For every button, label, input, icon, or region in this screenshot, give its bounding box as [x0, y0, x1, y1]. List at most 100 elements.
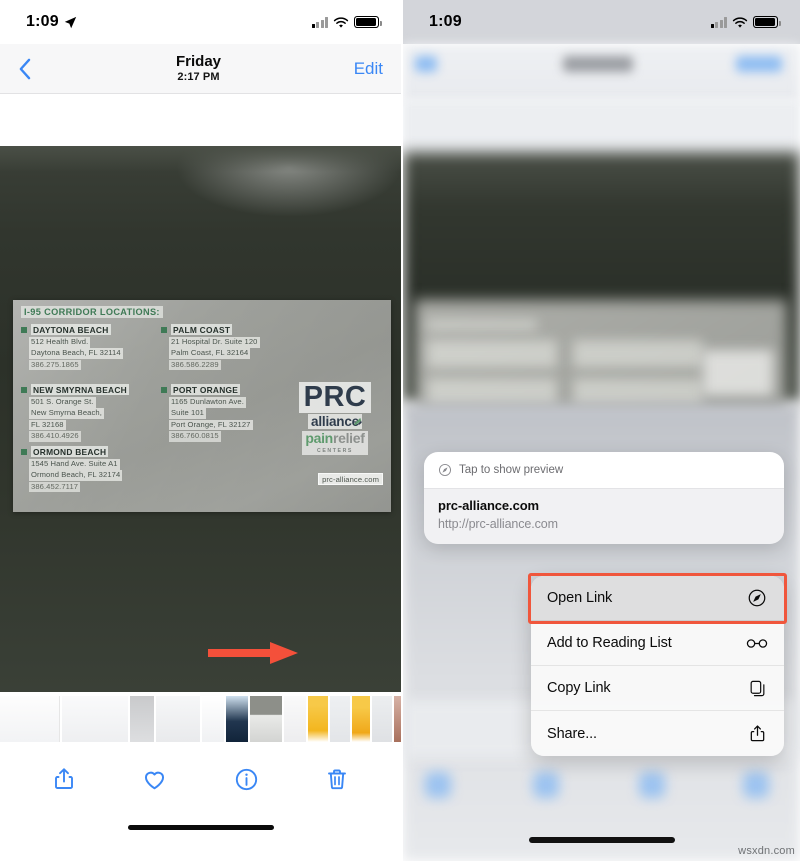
- phone-line[interactable]: 386.410.4926: [29, 430, 81, 442]
- wifi-icon: [732, 16, 748, 28]
- photo-viewer[interactable]: I-95 CORRIDOR LOCATIONS: DAYTONA BEACH 5…: [0, 146, 401, 692]
- address-line[interactable]: Port Orange, FL 32127: [169, 419, 253, 431]
- status-indicators: [710, 16, 781, 28]
- menu-item-label: Add to Reading List: [547, 635, 672, 651]
- thumbnail-item[interactable]: [0, 696, 60, 742]
- link-preview-card[interactable]: Tap to show preview prc-alliance.com htt…: [424, 452, 784, 544]
- location-name[interactable]: ORMOND BEACH: [31, 446, 109, 457]
- location-address: 21 Hospital Dr. Suite 120 Palm Coast, FL…: [161, 337, 260, 371]
- address-line[interactable]: Daytona Beach, FL 32114: [29, 348, 123, 360]
- address-line[interactable]: 1165 Dunlawton Ave.: [169, 397, 246, 408]
- location-block-new-smyrna-beach: NEW SMYRNA BEACH 501 S. Orange St. New S…: [21, 384, 129, 442]
- status-time: 1:09: [26, 13, 59, 30]
- thumbnail-item[interactable]: [394, 696, 401, 742]
- address-line[interactable]: 21 Hospital Dr. Suite 120: [169, 337, 260, 348]
- page-title: Friday: [175, 52, 221, 70]
- phone-line[interactable]: 386.586.2289: [169, 359, 221, 371]
- context-menu[interactable]: Open Link Add to Reading List Copy Link …: [531, 576, 784, 756]
- preview-hint-row[interactable]: Tap to show preview: [424, 452, 784, 488]
- share-icon: [54, 768, 73, 789]
- address-line[interactable]: Suite 101: [169, 408, 206, 420]
- menu-item-add-to-reading-list[interactable]: Add to Reading List: [531, 621, 784, 666]
- thumbnail-item[interactable]: [330, 696, 350, 742]
- blurred-card-text: [573, 378, 703, 406]
- preview-url: http://prc-alliance.com: [438, 517, 558, 531]
- thumbnail-item[interactable]: [308, 696, 328, 742]
- address-line[interactable]: New Smyrna Beach,: [29, 408, 104, 420]
- location-name[interactable]: PALM COAST: [171, 324, 233, 335]
- heart-icon: [145, 771, 165, 789]
- thumbnail-item[interactable]: [156, 696, 200, 742]
- thumbnail-item[interactable]: [62, 696, 128, 742]
- back-button[interactable]: [18, 58, 58, 80]
- address-line[interactable]: Palm Coast, FL 32164: [169, 348, 251, 360]
- location-heading: PALM COAST: [161, 324, 260, 335]
- blurred-card-logo: [703, 350, 773, 396]
- home-indicator[interactable]: [127, 825, 274, 830]
- glasses-icon: [746, 632, 768, 654]
- address-line[interactable]: 501 S. Orange St.: [29, 397, 96, 408]
- location-block-port-orange: PORT ORANGE 1165 Dunlawton Ave. Suite 10…: [161, 384, 253, 442]
- page-subtitle: 2:17 PM: [177, 70, 220, 83]
- info-button[interactable]: [231, 764, 261, 794]
- home-indicator[interactable]: [528, 837, 675, 843]
- blurred-nav-bar: [403, 44, 800, 102]
- blurred-card-text: [427, 378, 557, 406]
- address-line[interactable]: FL 32168: [29, 419, 66, 431]
- prc-logo: PRC alliance painrelief CENTERS: [286, 381, 384, 457]
- thumbnail-item[interactable]: [226, 696, 248, 742]
- edit-button[interactable]: Edit: [339, 59, 383, 79]
- thumbnail-item[interactable]: [372, 696, 392, 742]
- blurred-share-button: [425, 772, 451, 798]
- blurred-nav-title: [563, 56, 633, 72]
- phone-line[interactable]: 386.452.7117: [29, 481, 81, 493]
- thumbnail-strip[interactable]: [0, 692, 401, 748]
- phone-line[interactable]: 386.760.0815: [169, 430, 221, 442]
- bullet-square-icon: [21, 326, 27, 333]
- location-address: 512 Health Blvd. Daytona Beach, FL 32114…: [21, 337, 123, 371]
- menu-item-copy-link[interactable]: Copy Link: [531, 666, 784, 711]
- card-url-text[interactable]: prc-alliance.com: [318, 473, 383, 485]
- favorite-button[interactable]: [140, 764, 170, 794]
- preview-title: prc-alliance.com: [438, 498, 539, 513]
- business-card-image: I-95 CORRIDOR LOCATIONS: DAYTONA BEACH 5…: [13, 300, 391, 512]
- menu-item-share[interactable]: Share...: [531, 711, 784, 756]
- menu-item-label: Share...: [547, 725, 597, 742]
- wifi-icon: [333, 16, 349, 28]
- thumbnail-item[interactable]: [250, 696, 282, 742]
- location-name[interactable]: PORT ORANGE: [171, 384, 241, 395]
- blurred-back-button: [415, 56, 437, 72]
- nav-title-group: Friday 2:17 PM: [58, 54, 339, 83]
- blurred-favorite-button: [533, 772, 559, 798]
- location-heading: NEW SMYRNA BEACH: [21, 384, 129, 395]
- card-heading[interactable]: I-95 CORRIDOR LOCATIONS:: [21, 306, 163, 318]
- address-line[interactable]: 512 Health Blvd.: [29, 337, 91, 348]
- annotation-arrow-horizontal: [208, 640, 300, 666]
- battery-icon: [354, 16, 382, 28]
- logo-pain-label: pain: [305, 430, 333, 447]
- blurred-edit-button: [736, 56, 782, 72]
- delete-button[interactable]: [322, 764, 352, 794]
- nav-spacer: [0, 94, 401, 146]
- menu-item-open-link[interactable]: Open Link: [531, 576, 784, 621]
- safari-compass-icon: [438, 463, 452, 477]
- address-line[interactable]: 1545 Hand Ave. Suite A1: [29, 459, 120, 470]
- thumbnail-item[interactable]: [130, 696, 154, 742]
- thumbnail-item[interactable]: [284, 696, 306, 742]
- location-name[interactable]: DAYTONA BEACH: [31, 324, 111, 335]
- logo-alliance-text: alliance: [308, 414, 363, 430]
- address-line[interactable]: Ormond Beach, FL 32174: [29, 470, 123, 482]
- preview-body: prc-alliance.com http://prc-alliance.com: [424, 488, 784, 544]
- phone-line[interactable]: 386.275.1865: [29, 359, 81, 371]
- thumbnail-item[interactable]: [202, 696, 224, 742]
- swoosh-icon: [352, 415, 363, 426]
- bullet-square-icon: [161, 326, 167, 333]
- status-indicators: [311, 16, 382, 28]
- thumbnail-item[interactable]: [352, 696, 370, 742]
- cellular-signal-icon: [710, 16, 727, 28]
- info-icon: [235, 768, 257, 790]
- share-button[interactable]: [49, 764, 79, 794]
- location-block-palm-coast: PALM COAST 21 Hospital Dr. Suite 120 Pal…: [161, 324, 260, 371]
- location-block-ormond-beach: ORMOND BEACH 1545 Hand Ave. Suite A1 Orm…: [21, 446, 123, 493]
- location-name[interactable]: NEW SMYRNA BEACH: [31, 384, 129, 395]
